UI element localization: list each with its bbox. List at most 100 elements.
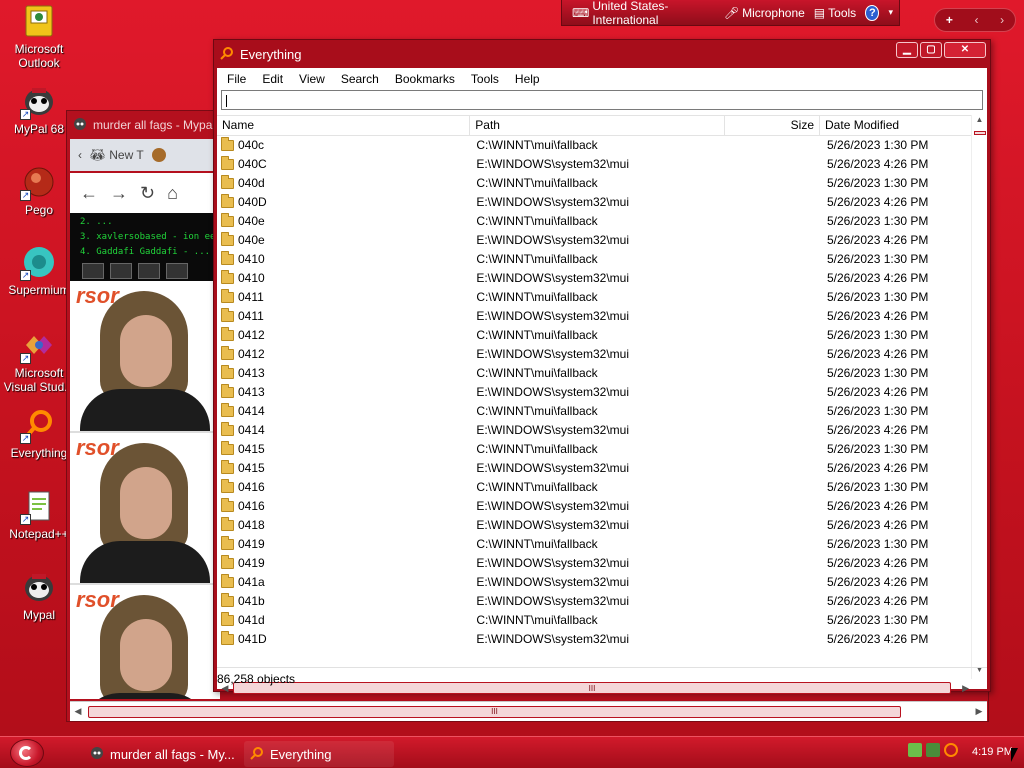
table-row[interactable]: 041b E:\WINDOWS\system32\mui 5/26/2023 4:2… [217, 592, 971, 611]
table-row[interactable]: 0413 C:\WINNT\mui\fallback 5/26/2023 1:30 … [217, 364, 971, 383]
scroll-left-icon[interactable]: ◀ [70, 706, 86, 717]
table-row[interactable]: 040e C:\WINNT\mui\fallback 5/26/2023 1:30 … [217, 212, 971, 231]
table-row[interactable]: 0416 E:\WINDOWS\system32\mui 5/26/2023 4:2… [217, 497, 971, 516]
shield-icon[interactable] [926, 743, 940, 757]
table-row[interactable]: 0414 E:\WINDOWS\system32\mui 5/26/2023 4:2… [217, 421, 971, 440]
desktop-icon-notepadpp[interactable]: ↗ Notepad++ [2, 489, 76, 541]
table-row[interactable]: 0413 E:\WINDOWS\system32\mui 5/26/2023 4:2… [217, 383, 971, 402]
everything-tray-icon[interactable] [944, 743, 958, 757]
column-header-date-modified[interactable]: Date Modified [820, 116, 971, 135]
scroll-track[interactable]: III [86, 704, 971, 720]
forward-icon[interactable]: → [110, 183, 128, 204]
table-row[interactable]: 0415 E:\WINDOWS\system32\mui 5/26/2023 4:2… [217, 459, 971, 478]
next-button[interactable]: › [1000, 13, 1004, 27]
table-row[interactable]: 041a E:\WINDOWS\system32\mui 5/26/2023 4:2… [217, 573, 971, 592]
close-button[interactable]: ✕ [944, 42, 986, 58]
cell-name: 040C [217, 155, 470, 174]
horizontal-scrollbar[interactable]: ◀ III ▶ [70, 701, 987, 721]
cell-path: C:\WINNT\mui\fallback [476, 404, 598, 418]
menu-tools[interactable]: Tools [463, 68, 507, 90]
desktop-icon-mypal68[interactable]: ↗ MyPal 68 [2, 84, 76, 136]
everything-icon [220, 46, 234, 63]
small-button[interactable] [138, 263, 160, 279]
table-row[interactable]: 0414 C:\WINNT\mui\fallback 5/26/2023 1:30 … [217, 402, 971, 421]
green-list: 2. ... 3. xavlersobased - ion een k 4. G… [70, 213, 220, 281]
options-arrow-icon[interactable]: ▾ [888, 7, 893, 18]
scroll-right-icon[interactable]: ▶ [971, 706, 987, 717]
taskbar-button-mypal[interactable]: murder all fags - My... [84, 741, 242, 767]
vertical-scrollbar[interactable]: ▲ ▼ [971, 115, 987, 679]
table-row[interactable]: 0411 C:\WINNT\mui\fallback 5/26/2023 1:30 … [217, 288, 971, 307]
photo: rsor [70, 585, 220, 699]
table-row[interactable]: 040d C:\WINNT\mui\fallback 5/26/2023 1:30 … [217, 174, 971, 193]
search-input[interactable] [221, 90, 983, 110]
table-row[interactable]: 041D E:\WINDOWS\system32\mui 5/26/2023 4:2… [217, 630, 971, 649]
start-button[interactable] [10, 739, 44, 767]
table-row[interactable]: 0410 E:\WINDOWS\system32\mui 5/26/2023 4:2… [217, 269, 971, 288]
everything-window[interactable]: Everything ▁ ▢ ✕ File Edit View Search B… [213, 39, 991, 694]
clock[interactable]: 4:19 PM [972, 746, 1013, 758]
reload-icon[interactable]: ↻ [140, 183, 155, 204]
table-row[interactable]: 040D E:\WINDOWS\system32\mui 5/26/2023 4:2… [217, 193, 971, 212]
cell-size [725, 155, 820, 174]
menu-search[interactable]: Search [333, 68, 387, 90]
table-row[interactable]: 040C E:\WINDOWS\system32\mui 5/26/2023 4:2… [217, 155, 971, 174]
minimize-button[interactable]: ▁ [896, 42, 918, 58]
table-row[interactable]: 040c C:\WINNT\mui\fallback 5/26/2023 1:30 … [217, 136, 971, 155]
plus-button[interactable]: + [946, 13, 953, 27]
desktop-icon-everything[interactable]: ↗ Everything [2, 408, 76, 460]
cell-path: C:\WINNT\mui\fallback [476, 176, 598, 190]
scroll-up-icon[interactable]: ▲ [972, 115, 987, 129]
table-row[interactable]: 0418 E:\WINDOWS\system32\mui 5/26/2023 4:2… [217, 516, 971, 535]
desktop-icon-supermium[interactable]: ↗ Supermium [2, 245, 76, 297]
table-row[interactable]: 0416 C:\WINNT\mui\fallback 5/26/2023 1:30 … [217, 478, 971, 497]
column-header-path[interactable]: Path [470, 116, 725, 135]
menu-help[interactable]: Help [507, 68, 548, 90]
table-row[interactable]: 040e E:\WINDOWS\system32\mui 5/26/2023 4:2… [217, 231, 971, 250]
microphone-button[interactable]: 🎤︎ Microphone [724, 6, 805, 20]
menu-edit[interactable]: Edit [254, 68, 291, 90]
cell-name: 0410 [217, 250, 470, 269]
results-list[interactable]: 040c C:\WINNT\mui\fallback 5/26/2023 1:30 … [217, 136, 971, 679]
cell-date-modified: 5/26/2023 1:30 PM [826, 537, 929, 551]
menu-bookmarks[interactable]: Bookmarks [387, 68, 463, 90]
desktop-icon-mypal[interactable]: Mypal [2, 570, 76, 622]
table-row[interactable]: 0419 E:\WINDOWS\system32\mui 5/26/2023 4:2… [217, 554, 971, 573]
window-titlebar[interactable]: Everything [214, 40, 990, 68]
table-row[interactable]: 041d C:\WINNT\mui\fallback 5/26/2023 1:30 … [217, 611, 971, 630]
table-row[interactable]: 0415 C:\WINNT\mui\fallback 5/26/2023 1:30 … [217, 440, 971, 459]
table-row[interactable]: 0411 E:\WINDOWS\system32\mui 5/26/2023 4:2… [217, 307, 971, 326]
small-button[interactable] [110, 263, 132, 279]
home-icon[interactable]: ⌂ [167, 183, 178, 204]
language-selector[interactable]: ⌨ United States-International [572, 0, 715, 27]
cell-path: E:\WINDOWS\system32\mui [476, 385, 629, 399]
small-button[interactable] [166, 263, 188, 279]
desktop-icon-visual-studio[interactable]: ↗ Microsoft Visual Stud... [2, 328, 76, 394]
tab-new[interactable]: 🦝︎ New T [90, 148, 144, 162]
menu-file[interactable]: File [219, 68, 254, 90]
small-button[interactable] [82, 263, 104, 279]
menu-view[interactable]: View [291, 68, 333, 90]
table-row[interactable]: 0412 E:\WINDOWS\system32\mui 5/26/2023 4:2… [217, 345, 971, 364]
help-icon[interactable]: ? [865, 4, 880, 21]
desktop-icon-outlook[interactable]: Microsoft Outlook [2, 4, 76, 70]
back-icon[interactable]: ← [80, 183, 98, 204]
shortcut-arrow-icon: ↗ [20, 433, 31, 444]
table-row[interactable]: 0412 C:\WINNT\mui\fallback 5/26/2023 1:30 … [217, 326, 971, 345]
scroll-thumb[interactable]: III [88, 705, 901, 718]
tools-button[interactable]: ▤ Tools [814, 6, 856, 20]
tab-favicon-icon[interactable] [151, 148, 166, 162]
desktop-icon-pego[interactable]: ↗ Pego [2, 165, 76, 217]
network-icon[interactable] [908, 743, 922, 757]
table-row[interactable]: 0410 C:\WINNT\mui\fallback 5/26/2023 1:30 … [217, 250, 971, 269]
column-header-name[interactable]: Name [217, 116, 471, 135]
cell-name: 041a [217, 573, 470, 592]
prev-button[interactable]: ‹ [975, 13, 979, 27]
cell-date-modified: 5/26/2023 4:26 PM [826, 575, 929, 589]
table-row[interactable]: 0419 C:\WINNT\mui\fallback 5/26/2023 1:30 … [217, 535, 971, 554]
scroll-thumb[interactable] [974, 131, 986, 135]
maximize-button[interactable]: ▢ [920, 42, 942, 58]
column-header-size[interactable]: Size [725, 116, 821, 135]
taskbar-button-everything[interactable]: Everything [244, 741, 394, 767]
back-tab-icon[interactable]: ‹ [78, 148, 82, 162]
